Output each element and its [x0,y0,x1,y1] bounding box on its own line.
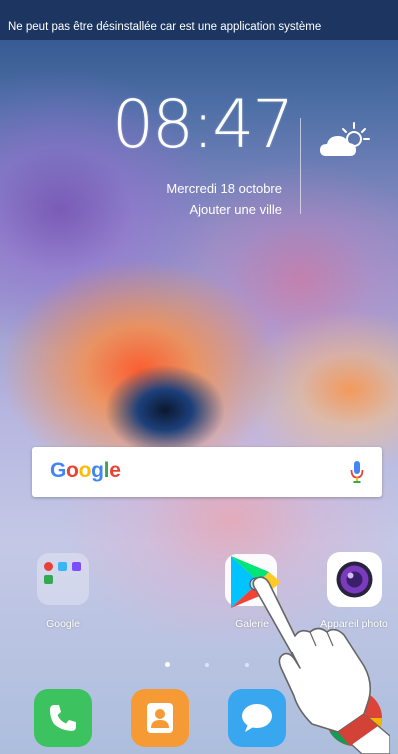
hand-pointer-icon [252,576,390,754]
partly-sunny-icon[interactable] [318,120,372,160]
clock-divider [300,118,301,214]
phone-icon[interactable] [34,689,92,747]
microphone-icon[interactable] [350,460,364,484]
clock-time[interactable]: 08:47 [112,92,294,158]
page-dot-active [165,662,170,667]
page-dot [205,663,209,667]
google-folder-icon[interactable] [37,553,89,605]
home-screen: Ne peut pas être désinstallée car est un… [0,0,398,754]
contacts-icon[interactable] [131,689,189,747]
clock-date: Mercredi 18 octobre [166,181,282,196]
app-label: Google [46,618,80,630]
toast-message: Ne peut pas être désinstallée car est un… [8,21,322,33]
status-bar: Ne peut pas être désinstallée car est un… [0,0,398,40]
google-logo: Google [50,459,121,482]
add-city-link[interactable]: Ajouter une ville [190,202,283,217]
google-search-bar[interactable]: Google [32,447,382,497]
